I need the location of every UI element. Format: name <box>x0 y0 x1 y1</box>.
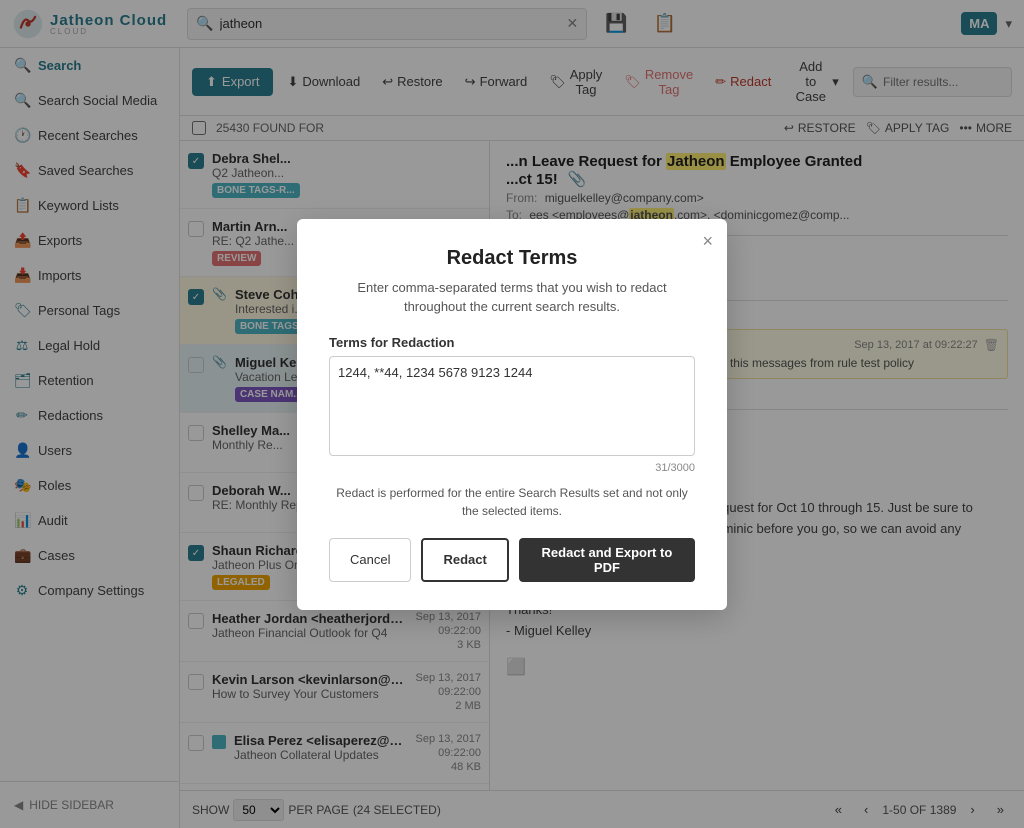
modal-description: Enter comma-separated terms that you wis… <box>329 278 695 317</box>
terms-label: Terms for Redaction <box>329 335 695 350</box>
modal-actions: Cancel Redact Redact and Export to PDF <box>329 538 695 582</box>
terms-textarea[interactable]: 1244, **44, 1234 5678 9123 1244 <box>329 356 695 456</box>
char-count: 31/3000 <box>329 462 695 474</box>
redact-terms-modal: × Redact Terms Enter comma-separated ter… <box>297 219 727 610</box>
redact-button[interactable]: Redact <box>421 538 508 582</box>
modal-overlay[interactable]: × Redact Terms Enter comma-separated ter… <box>0 0 1024 828</box>
modal-note: Redact is performed for the entire Searc… <box>329 484 695 520</box>
modal-title: Redact Terms <box>329 247 695 270</box>
cancel-button[interactable]: Cancel <box>329 538 411 582</box>
redact-export-button[interactable]: Redact and Export to PDF <box>519 538 695 582</box>
modal-close-button[interactable]: × <box>702 231 713 252</box>
